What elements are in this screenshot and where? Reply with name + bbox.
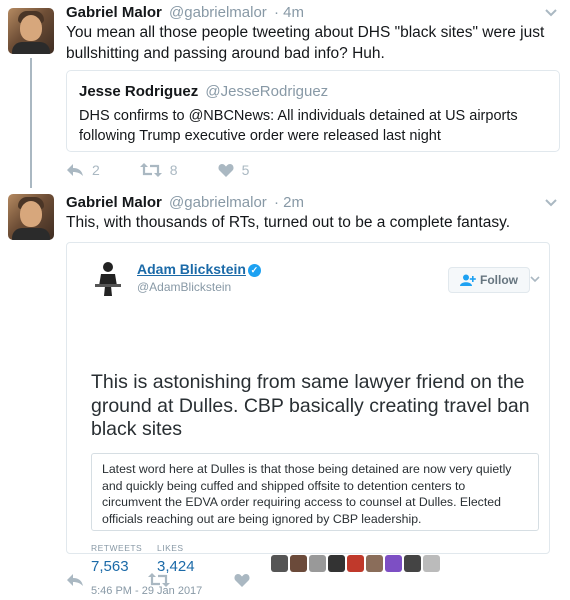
retweet-icon <box>139 163 162 177</box>
liker-avatar <box>404 555 421 572</box>
quoted-tweet[interactable]: Jesse Rodriguez @JesseRodriguez DHS conf… <box>66 70 560 152</box>
tweet-time[interactable]: · 2m <box>274 194 304 211</box>
author-handle[interactable]: @gabrielmalor <box>169 194 267 211</box>
follow-label: Follow <box>480 273 518 287</box>
liker-avatar <box>347 555 364 572</box>
like-button[interactable]: 5 <box>218 162 250 178</box>
tweet-text: This, with thousands of RTs, turned out … <box>66 214 511 231</box>
reply-icon <box>67 164 83 176</box>
retweet-button[interactable] <box>148 573 178 587</box>
retweets-stat: RETWEETS 7,563 <box>91 543 142 575</box>
embedded-tweet-image[interactable]: Adam Blickstein ✓ @AdamBlickstein Follow … <box>66 242 550 597</box>
likes-stat: LIKES 3,424 <box>157 543 195 575</box>
embedded-quote-text: Latest word here at Dulles is that those… <box>91 453 539 531</box>
avatar[interactable] <box>8 194 54 240</box>
likes-label: LIKES <box>157 543 184 553</box>
retweet-icon <box>148 573 170 587</box>
reply-icon <box>67 574 83 586</box>
follow-button[interactable]: Follow <box>448 267 530 293</box>
caret-down-icon[interactable] <box>544 196 558 210</box>
embedded-author-handle: @AdamBlickstein <box>137 280 232 294</box>
author-name[interactable]: Gabriel Malor <box>66 4 162 21</box>
reply-button[interactable]: 2 <box>66 162 100 178</box>
like-button[interactable] <box>234 573 258 587</box>
reply-button[interactable] <box>66 573 92 587</box>
author-handle[interactable]: @gabrielmalor <box>169 4 267 21</box>
retweet-button[interactable]: 8 <box>139 162 178 178</box>
tweet-text: You mean all those people tweeting about… <box>66 24 545 62</box>
liker-avatar <box>366 555 383 572</box>
tweet-actions <box>66 573 298 587</box>
like-count: 5 <box>241 162 250 178</box>
liker-avatar <box>271 555 288 572</box>
embedded-author-name[interactable]: Adam Blickstein ✓ <box>137 261 261 277</box>
quoted-author-handle: @JesseRodriguez <box>205 83 329 100</box>
liker-avatar <box>328 555 345 572</box>
liker-avatar <box>385 555 402 572</box>
author-name[interactable]: Gabriel Malor <box>66 194 162 211</box>
embedded-tweet-text: This is astonishing from same lawyer fri… <box>91 371 530 440</box>
embedded-author-avatar <box>95 262 121 296</box>
liker-avatars <box>271 555 442 572</box>
embedded-author-name-text[interactable]: Adam Blickstein <box>137 261 246 277</box>
like-icon <box>234 574 250 587</box>
liker-avatar <box>290 555 307 572</box>
quoted-tweet-header: Jesse Rodriguez @JesseRodriguez <box>79 83 328 100</box>
caret-down-icon[interactable] <box>544 6 558 20</box>
like-icon <box>218 164 234 177</box>
caret-down-icon[interactable] <box>529 274 541 286</box>
reply-count: 2 <box>92 162 100 178</box>
liker-avatar <box>309 555 326 572</box>
quoted-tweet-text: DHS confirms to @NBCNews: All individual… <box>79 108 518 144</box>
tweet-header: Gabriel Malor @gabrielmalor · 4m <box>66 4 304 22</box>
tweet-header: Gabriel Malor @gabrielmalor · 2m <box>66 194 304 212</box>
avatar[interactable] <box>8 8 54 54</box>
tweet-time[interactable]: · 4m <box>274 4 304 21</box>
tweet[interactable]: Gabriel Malor @gabrielmalor · 2m This, w… <box>0 186 570 600</box>
verified-icon: ✓ <box>247 264 261 277</box>
retweets-label: RETWEETS <box>91 543 143 553</box>
quoted-author-name: Jesse Rodriguez <box>79 83 199 100</box>
tweet-actions: 2 8 5 <box>66 162 289 178</box>
follow-person-icon <box>460 274 476 286</box>
tweet[interactable]: Gabriel Malor @gabrielmalor · 4m You mea… <box>0 0 570 188</box>
retweet-count: 8 <box>169 162 178 178</box>
thread-connector <box>30 58 32 188</box>
liker-avatar <box>423 555 440 572</box>
